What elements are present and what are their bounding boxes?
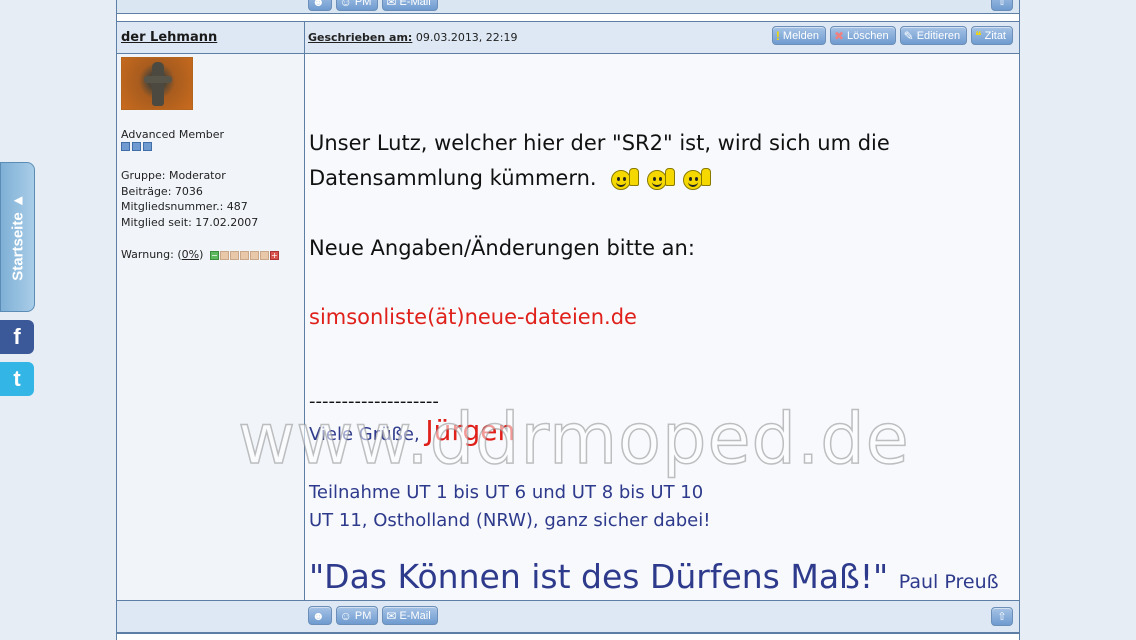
member-since: Mitglied seit: 17.02.2007 (121, 216, 259, 229)
minus-icon[interactable]: − (209, 250, 219, 260)
profile-icon: ☻ (312, 608, 325, 623)
arrow-up-icon: ⇧ (997, 0, 1007, 8)
warning-level: Warnung: (0%) − + (121, 248, 279, 261)
post-date: Geschrieben am: 09.03.2013, 22:19 (308, 31, 518, 44)
author-link[interactable]: der Lehmann (121, 30, 217, 45)
mail-icon: ✉ (386, 0, 397, 9)
group: Gruppe: Moderator (121, 169, 226, 182)
pencil-icon: ✎ (903, 28, 914, 43)
profile-icon: ☻ (312, 0, 325, 9)
warning-bar: − + (209, 250, 279, 260)
pm-button[interactable]: ☺ PM (335, 606, 379, 625)
startseite-tab[interactable]: Startseite ▲ (0, 162, 35, 312)
signature-line-2: UT 11, Ostholland (NRW), ganz sicher dab… (309, 510, 711, 531)
contact-buttons: ☻ ☺ PM ✉ E-Mail (308, 606, 438, 625)
plus-icon[interactable]: + (269, 250, 279, 260)
arrow-up-icon: ⇧ (997, 611, 1007, 623)
contact-email: simsonliste(ät)neue-dateien.de (309, 305, 637, 329)
thumbs-up-smiley-icon (611, 168, 641, 190)
greeting: Viele Grüße, Jürgen (309, 414, 516, 447)
greeting-name: Jürgen (425, 414, 516, 447)
avatar (121, 57, 193, 110)
signature-line-1: Teilnahme UT 1 bis UT 6 und UT 8 bis UT … (309, 482, 704, 503)
profile-button[interactable]: ☻ (308, 606, 332, 625)
signature-quote: "Das Können ist des Dürfens Maß!" Paul P… (309, 557, 999, 596)
previous-post-footer: ☻ ☺ PM ✉ E-Mail ⇧ (117, 0, 1019, 14)
member-number: Mitgliedsnummer.: 487 (121, 200, 248, 213)
eraser-icon: ✖ (833, 28, 845, 43)
warning-link[interactable]: 0% (182, 248, 199, 261)
post-table: ☻ ☺ PM ✉ E-Mail ⇧ der Lehmann Geschrieben … (116, 0, 1020, 640)
post-header: der Lehmann Geschrieben am: 09.03.2013, … (117, 21, 1019, 54)
quote-author: Paul Preuß (898, 571, 999, 593)
pm-icon: ☺ (339, 608, 352, 623)
signature-separator: -------------------- (309, 391, 439, 412)
delete-button[interactable]: ✖ Löschen (829, 26, 896, 45)
rank-title: Advanced Member (121, 128, 225, 141)
thumbs-up-smiley-icon (647, 168, 677, 190)
author-info: Advanced Member Gruppe: Moderator Beiträ… (117, 54, 304, 600)
post-actions: ! Melden ✖ Löschen ✎ Editieren ❝ Zitat (771, 26, 1013, 45)
warning-icon: ! (775, 28, 780, 43)
smileys (611, 168, 713, 190)
rank-pips (121, 142, 152, 151)
message-line-1: Unser Lutz, welcher hier der "SR2" ist, … (309, 131, 890, 155)
mail-icon: ✉ (386, 608, 397, 623)
speech-bubble-icon: ❝ (975, 28, 982, 43)
prev-up-button[interactable]: ⇧ (991, 0, 1013, 11)
prev-profile-button[interactable]: ☻ (308, 0, 332, 11)
message-line-2: Datensammlung kümmern. (309, 166, 713, 190)
quote-button[interactable]: ❝ Zitat (971, 26, 1013, 45)
report-button[interactable]: ! Melden (771, 26, 826, 45)
message-line-3: Neue Angaben/Änderungen bitte an: (309, 236, 695, 260)
scroll-top-button[interactable]: ⇧ (991, 607, 1013, 626)
thumbs-up-smiley-icon (683, 168, 713, 190)
facebook-icon[interactable]: f (0, 320, 34, 354)
post-footer: ☻ ☺ PM ✉ E-Mail ⇧ (117, 600, 1019, 633)
post-body: Unser Lutz, welcher hier der "SR2" ist, … (305, 54, 1019, 600)
prev-email-button[interactable]: ✉ E-Mail (382, 0, 438, 11)
prev-pm-button[interactable]: ☺ PM (335, 0, 379, 11)
twitter-icon[interactable]: t (0, 362, 34, 396)
pm-icon: ☺ (339, 0, 352, 9)
edit-button[interactable]: ✎ Editieren (899, 26, 968, 45)
post-count: Beiträge: 7036 (121, 185, 203, 198)
email-button[interactable]: ✉ E-Mail (382, 606, 438, 625)
